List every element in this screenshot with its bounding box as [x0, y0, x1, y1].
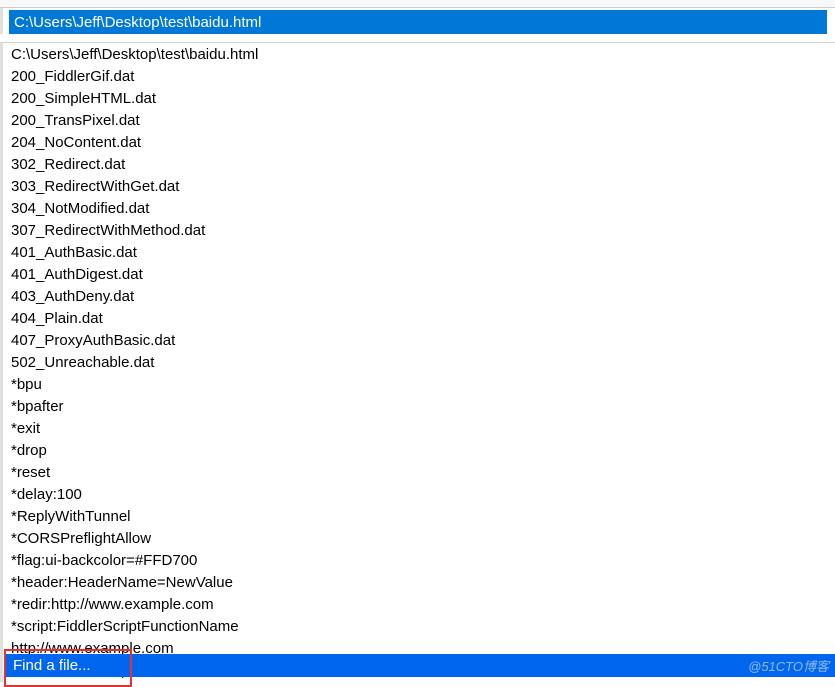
- list-item[interactable]: *script:FiddlerScriptFunctionName: [3, 616, 835, 638]
- list-item[interactable]: 403_AuthDeny.dat: [3, 286, 835, 308]
- list-item[interactable]: *CORSPreflightAllow: [3, 528, 835, 550]
- top-border: [0, 0, 835, 8]
- list-item[interactable]: 307_RedirectWithMethod.dat: [3, 220, 835, 242]
- list-item[interactable]: 303_RedirectWithGet.dat: [3, 176, 835, 198]
- list-item[interactable]: C:\Users\Jeff\Desktop\test\baidu.html: [3, 44, 835, 66]
- list-item[interactable]: 200_TransPixel.dat: [3, 110, 835, 132]
- list-item[interactable]: 200_SimpleHTML.dat: [3, 88, 835, 110]
- find-a-file-item[interactable]: Find a file...: [5, 654, 835, 677]
- list-item[interactable]: *flag:ui-backcolor=#FFD700: [3, 550, 835, 572]
- path-input-container: [0, 8, 835, 34]
- list-item[interactable]: 502_Unreachable.dat: [3, 352, 835, 374]
- list-item[interactable]: 302_Redirect.dat: [3, 154, 835, 176]
- list-item[interactable]: 404_Plain.dat: [3, 308, 835, 330]
- list-item[interactable]: 304_NotModified.dat: [3, 198, 835, 220]
- list-item[interactable]: 401_AuthBasic.dat: [3, 242, 835, 264]
- list-item[interactable]: *delay:100: [3, 484, 835, 506]
- file-path-input[interactable]: [9, 10, 827, 34]
- list-item[interactable]: 200_FiddlerGif.dat: [3, 66, 835, 88]
- list-item[interactable]: 401_AuthDigest.dat: [3, 264, 835, 286]
- autocomplete-list: C:\Users\Jeff\Desktop\test\baidu.html 20…: [0, 42, 835, 682]
- list-item[interactable]: *drop: [3, 440, 835, 462]
- list-item[interactable]: 204_NoContent.dat: [3, 132, 835, 154]
- list-item[interactable]: *ReplyWithTunnel: [3, 506, 835, 528]
- list-item[interactable]: *reset: [3, 462, 835, 484]
- list-item[interactable]: 407_ProxyAuthBasic.dat: [3, 330, 835, 352]
- list-item[interactable]: *header:HeaderName=NewValue: [3, 572, 835, 594]
- list-item[interactable]: *bpu: [3, 374, 835, 396]
- list-item[interactable]: *bpafter: [3, 396, 835, 418]
- list-item[interactable]: *redir:http://www.example.com: [3, 594, 835, 616]
- list-item[interactable]: *exit: [3, 418, 835, 440]
